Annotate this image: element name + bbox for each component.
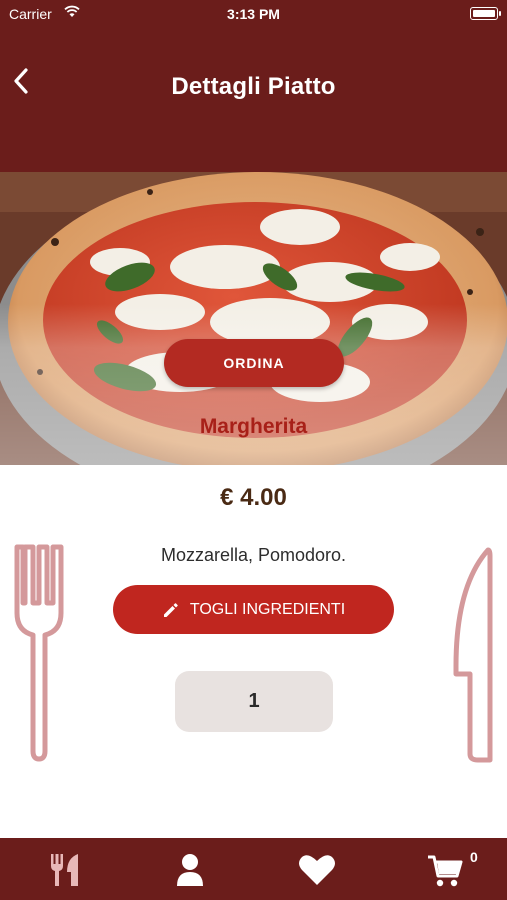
tab-bar: 0 [0, 838, 507, 900]
page-title: Dettagli Piatto [171, 73, 336, 100]
knife-icon [453, 547, 493, 763]
heart-icon [299, 855, 335, 885]
dish-image: ORDINA Margherita [0, 172, 507, 465]
battery-icon [470, 7, 501, 20]
app-header: Carrier 3:13 PM Dettagli Piatto [0, 0, 507, 172]
quantity-field[interactable]: 1 [175, 671, 333, 732]
dish-price: € 4.00 [220, 484, 287, 511]
fork-icon [14, 544, 64, 762]
remove-ingredients-button[interactable]: TOGLI INGREDIENTI [113, 585, 394, 634]
order-button[interactable]: ORDINA [164, 339, 344, 387]
fork-knife-icon [51, 854, 78, 886]
dish-name: Margherita [199, 415, 308, 438]
cart-icon [428, 855, 463, 887]
user-icon [177, 854, 203, 886]
dish-ingredients: Mozzarella, Pomodoro. [160, 545, 347, 565]
status-bar: Carrier 3:13 PM [0, 0, 507, 28]
pencil-icon [163, 602, 178, 617]
cart-count-badge: 0 [470, 849, 478, 865]
tab-profile[interactable] [140, 838, 240, 900]
status-time: 3:13 PM [227, 6, 280, 22]
tab-favorites[interactable] [266, 838, 366, 900]
tab-menu[interactable] [15, 838, 115, 900]
tab-cart[interactable] [393, 838, 493, 900]
remove-ingredients-label: TOGLI INGREDIENTI [189, 600, 346, 618]
